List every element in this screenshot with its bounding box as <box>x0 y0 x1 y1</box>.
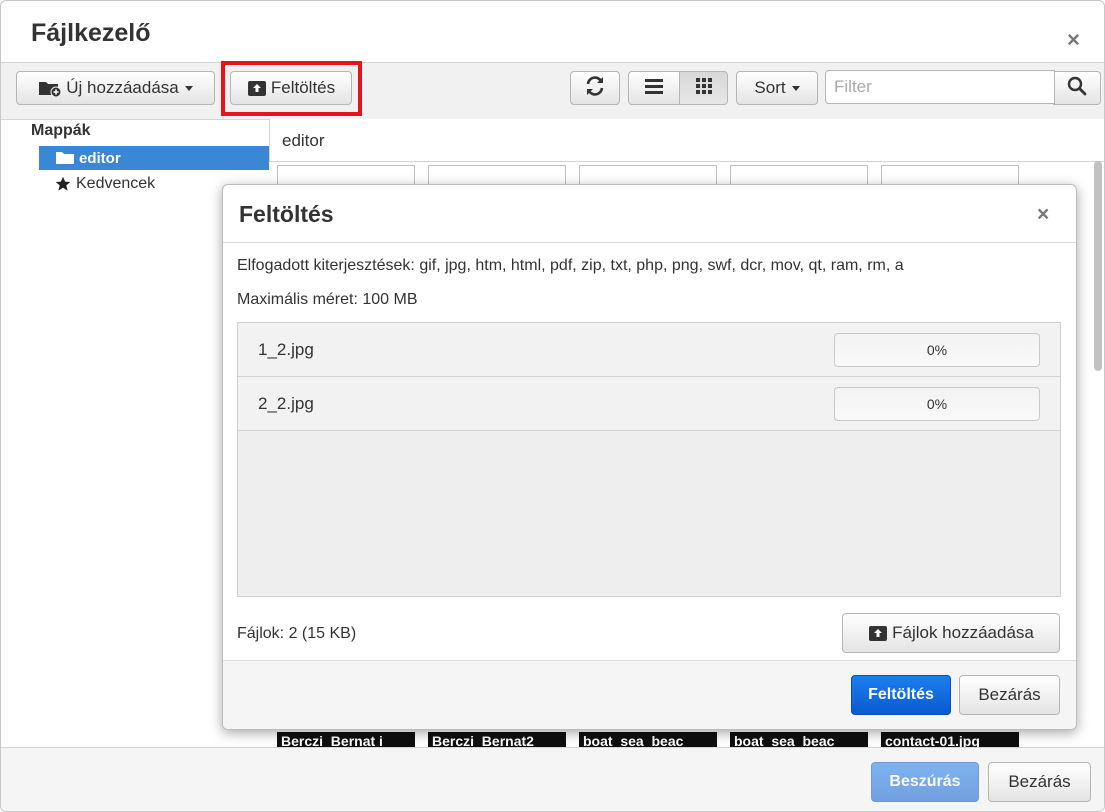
sort-button[interactable]: Sort <box>736 71 818 105</box>
upload-button[interactable]: Feltöltés <box>230 71 352 105</box>
progress-bar: 0% <box>834 387 1040 421</box>
window-close-icon[interactable]: × <box>1067 27 1080 53</box>
sidebar-item-favorites[interactable]: Kedvencek <box>55 175 155 193</box>
close-button[interactable]: Bezárás <box>988 762 1091 802</box>
progress-label: 0% <box>926 396 948 412</box>
chevron-down-icon <box>184 85 193 91</box>
filter-input[interactable] <box>825 70 1055 104</box>
insert-button[interactable]: Beszúrás <box>871 762 979 802</box>
add-files-button[interactable]: Fájlok hozzáadása <box>842 613 1060 653</box>
max-size: Maximális méret: 100 MB <box>237 291 418 308</box>
grid-view-icon <box>695 77 713 100</box>
sidebar-item-editor[interactable]: editor <box>39 146 269 170</box>
folders-heading: Mappák <box>31 122 91 139</box>
refresh-button[interactable] <box>570 71 620 105</box>
chevron-down-icon <box>791 85 800 91</box>
list-view-button[interactable] <box>628 71 680 105</box>
files-summary: Fájlok: 2 (15 KB) <box>237 625 357 642</box>
breadcrumb-item[interactable]: editor <box>282 131 325 151</box>
list-item: 1_2.jpg 0% <box>238 323 1060 377</box>
sidebar-item-label: editor <box>79 149 121 167</box>
file-name: 1_2.jpg <box>258 340 314 359</box>
search-button[interactable] <box>1053 71 1101 105</box>
window-footer: Beszúrás Bezárás <box>1 747 1104 811</box>
upload-icon <box>247 79 267 97</box>
sort-label: Sort <box>754 78 786 97</box>
add-new-label: Új hozzáadása <box>66 78 179 97</box>
upload-icon <box>868 624 888 642</box>
file-list: 1_2.jpg 0% 2_2.jpg 0% <box>237 322 1061 597</box>
list-view-icon <box>644 77 664 100</box>
close-label: Bezárás <box>978 685 1041 704</box>
window-title: Fájlkezelő <box>31 19 151 47</box>
close-label: Bezárás <box>1008 772 1071 791</box>
file-name: 2_2.jpg <box>258 394 314 413</box>
grid-view-button[interactable] <box>679 71 728 105</box>
dialog-close-icon[interactable]: × <box>1037 203 1049 227</box>
upload-dialog: Feltöltés × Elfogadott kiterjesztések: g… <box>222 184 1077 730</box>
dialog-title: Feltöltés <box>239 201 334 227</box>
accepted-extensions: Elfogadott kiterjesztések: gif, jpg, htm… <box>237 257 904 274</box>
breadcrumb: editor <box>269 119 1104 162</box>
star-icon <box>55 176 71 192</box>
refresh-icon <box>584 75 606 102</box>
file-manager-window: Fájlkezelő × Új hozzáadása Feltöltés Sor… <box>0 0 1105 812</box>
dialog-footer: Feltöltés Bezárás <box>223 660 1076 729</box>
progress-bar: 0% <box>834 333 1040 367</box>
list-item: 2_2.jpg 0% <box>238 377 1060 431</box>
scrollbar[interactable] <box>1094 161 1102 371</box>
start-upload-button[interactable]: Feltöltés <box>851 675 951 715</box>
sidebar-item-label: Kedvencek <box>76 175 156 192</box>
dialog-close-button[interactable]: Bezárás <box>959 675 1060 715</box>
folder-icon <box>55 151 75 165</box>
add-files-label: Fájlok hozzáadása <box>892 623 1034 642</box>
search-icon <box>1067 76 1087 101</box>
add-new-button[interactable]: Új hozzáadása <box>16 71 215 105</box>
progress-label: 0% <box>926 342 948 358</box>
divider <box>223 242 1076 243</box>
folder-add-icon <box>38 79 62 97</box>
upload-label: Feltöltés <box>270 78 336 97</box>
